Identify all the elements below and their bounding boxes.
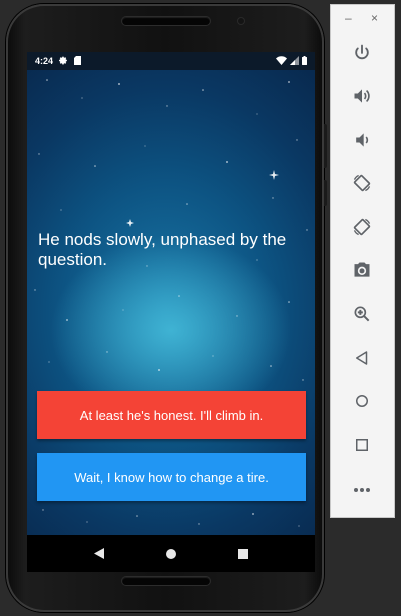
gear-icon [59,56,68,67]
close-button[interactable]: × [371,11,378,25]
more-icon[interactable] [347,475,377,505]
rotate-left-icon[interactable] [347,168,377,198]
wifi-icon [276,55,287,67]
volume-rocker [324,124,327,168]
story-screen: He nods slowly, unphased by the question… [27,70,315,535]
status-time: 4:24 [35,56,54,66]
volume-up-icon[interactable] [347,81,377,111]
zoom-icon[interactable] [347,299,377,329]
signal-icon [290,55,299,67]
back-icon[interactable] [347,343,377,373]
back-icon[interactable] [94,548,104,559]
front-camera [238,18,244,24]
choice-button-change-tire[interactable]: Wait, I know how to change a tire. [37,453,306,501]
sd-card-icon [74,55,82,67]
rotate-right-icon[interactable] [347,212,377,242]
side-power-key [324,180,327,206]
choice-button-climb-in[interactable]: At least he's honest. I'll climb in. [37,391,306,439]
home-icon[interactable] [166,548,176,559]
system-nav-bar [27,535,315,572]
overview-icon[interactable] [347,430,377,460]
status-bar: 4:24 [27,52,315,70]
home-icon[interactable] [347,386,377,416]
device-frame: 4:24 He nods slowly, unphased by the que… [6,4,327,612]
emulator-toolbar: – × [330,4,395,518]
camera-icon[interactable] [347,255,377,285]
bottom-speaker [122,577,210,585]
window-controls: – × [331,11,394,27]
minimize-button[interactable]: – [345,11,352,25]
battery-icon [302,55,307,67]
power-icon[interactable] [347,38,377,68]
device-screen: 4:24 He nods slowly, unphased by the que… [27,52,315,572]
recents-icon[interactable] [238,548,248,559]
volume-down-icon[interactable] [347,125,377,155]
earpiece-speaker [122,17,210,25]
story-narration: He nods slowly, unphased by the question… [38,230,287,269]
